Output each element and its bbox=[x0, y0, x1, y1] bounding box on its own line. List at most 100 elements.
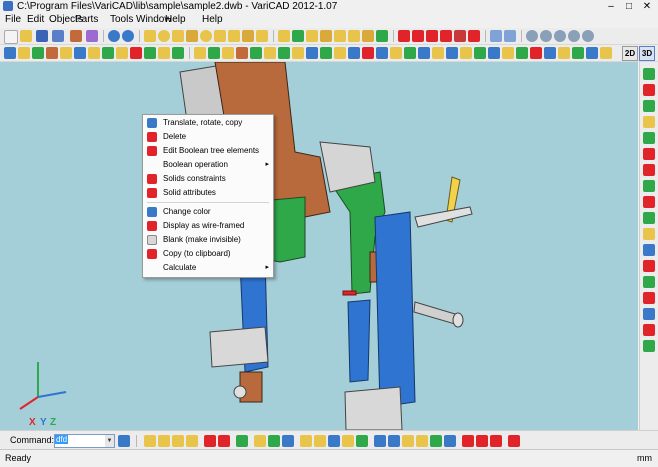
bolt-icon[interactable] bbox=[208, 47, 220, 59]
view-iso-icon[interactable] bbox=[643, 164, 655, 176]
command-dropdown-icon[interactable]: ▼ bbox=[105, 435, 114, 447]
thread-icon[interactable] bbox=[362, 30, 374, 42]
pipe-icon[interactable] bbox=[348, 47, 360, 59]
nut-icon[interactable] bbox=[222, 47, 234, 59]
area-icon[interactable] bbox=[356, 435, 368, 447]
settings-icon[interactable] bbox=[600, 47, 612, 59]
zoom-window-icon[interactable] bbox=[490, 30, 502, 42]
view-right-icon[interactable] bbox=[643, 116, 655, 128]
export-icon[interactable] bbox=[86, 30, 98, 42]
helix-icon[interactable] bbox=[334, 30, 346, 42]
group-icon[interactable] bbox=[430, 435, 442, 447]
insert-icon[interactable] bbox=[70, 30, 82, 42]
revolve-icon[interactable] bbox=[292, 30, 304, 42]
menu-item-blank[interactable]: Blank (make invisible) bbox=[143, 233, 273, 247]
tolerance-icon[interactable] bbox=[462, 435, 474, 447]
menu-item-solids-constraints[interactable]: Solids constraints bbox=[143, 172, 273, 186]
menu-item-boolean-operation[interactable]: Boolean operation ▸ bbox=[143, 158, 273, 172]
rotate-icon[interactable] bbox=[32, 47, 44, 59]
edges-icon[interactable] bbox=[643, 340, 655, 352]
shaded-icon[interactable] bbox=[643, 292, 655, 304]
bearing-icon[interactable] bbox=[250, 47, 262, 59]
render-icon[interactable] bbox=[530, 47, 542, 59]
menu-item-delete[interactable]: Delete bbox=[143, 130, 273, 144]
mirror-icon[interactable] bbox=[46, 47, 58, 59]
filter-icon[interactable] bbox=[236, 435, 248, 447]
rotate-view-icon[interactable] bbox=[643, 228, 655, 240]
zoom-extents-icon[interactable] bbox=[568, 30, 580, 42]
link-icon[interactable] bbox=[374, 435, 386, 447]
zoom-in-icon[interactable] bbox=[526, 30, 538, 42]
cone-solid-icon[interactable] bbox=[172, 30, 184, 42]
snap-point-icon[interactable] bbox=[144, 435, 156, 447]
view-2d-button[interactable]: 2D bbox=[622, 46, 638, 61]
measure-icon[interactable] bbox=[446, 47, 458, 59]
angle-icon[interactable] bbox=[342, 435, 354, 447]
view-top-icon[interactable] bbox=[643, 132, 655, 144]
clearance-icon[interactable] bbox=[474, 47, 486, 59]
pan-icon[interactable] bbox=[582, 30, 594, 42]
orbit-icon[interactable] bbox=[643, 260, 655, 272]
spring-icon[interactable] bbox=[348, 30, 360, 42]
wireframe-view-icon[interactable] bbox=[643, 308, 655, 320]
chamfer-icon[interactable] bbox=[468, 30, 480, 42]
show-icon[interactable] bbox=[516, 47, 528, 59]
save-as-icon[interactable] bbox=[52, 30, 64, 42]
menu-item-solid-attributes[interactable]: Solid attributes bbox=[143, 186, 273, 200]
view-iso2-icon[interactable] bbox=[643, 180, 655, 192]
maximize-button[interactable]: □ bbox=[620, 0, 638, 13]
subtract-icon[interactable] bbox=[158, 47, 170, 59]
select-icon[interactable] bbox=[4, 47, 16, 59]
slot-icon[interactable] bbox=[440, 30, 452, 42]
menu-item-copy[interactable]: Copy (to clipboard) bbox=[143, 247, 273, 261]
snap-grid-icon[interactable] bbox=[204, 435, 216, 447]
wedge-solid-icon[interactable] bbox=[242, 30, 254, 42]
table-icon[interactable] bbox=[508, 435, 520, 447]
snap-face-icon[interactable] bbox=[186, 435, 198, 447]
pin-icon[interactable] bbox=[264, 47, 276, 59]
gear-part-icon[interactable] bbox=[292, 47, 304, 59]
light-icon[interactable] bbox=[572, 47, 584, 59]
hidden-lines-icon[interactable] bbox=[643, 324, 655, 336]
menu-objects[interactable]: Parts bbox=[75, 13, 98, 27]
undo-icon[interactable] bbox=[108, 30, 120, 42]
menu-item-wireframe[interactable]: Display as wire-framed bbox=[143, 219, 273, 233]
menu-item-calculate[interactable]: Calculate ▸ bbox=[143, 261, 273, 275]
menu-item-change-color[interactable]: Change color bbox=[143, 205, 273, 219]
ungroup-icon[interactable] bbox=[444, 435, 456, 447]
bom-icon[interactable] bbox=[418, 47, 430, 59]
open-folder-icon[interactable] bbox=[20, 30, 32, 42]
new-file-icon[interactable] bbox=[4, 30, 18, 44]
shaft-icon[interactable] bbox=[278, 47, 290, 59]
snap-end-icon[interactable] bbox=[218, 435, 230, 447]
hide-icon[interactable] bbox=[502, 47, 514, 59]
mass-icon[interactable] bbox=[460, 47, 472, 59]
camera-icon[interactable] bbox=[586, 47, 598, 59]
delete-tool-icon[interactable] bbox=[130, 47, 142, 59]
extrude-icon[interactable] bbox=[278, 30, 290, 42]
prism-solid-icon[interactable] bbox=[228, 30, 240, 42]
torus-solid-icon[interactable] bbox=[214, 30, 226, 42]
move-icon[interactable] bbox=[18, 47, 30, 59]
align-icon[interactable] bbox=[74, 47, 86, 59]
intersect-icon[interactable] bbox=[172, 47, 184, 59]
scale-icon[interactable] bbox=[88, 47, 100, 59]
info-icon[interactable] bbox=[314, 435, 326, 447]
check-icon[interactable] bbox=[432, 47, 444, 59]
save-icon[interactable] bbox=[36, 30, 48, 42]
zoom-out-icon[interactable] bbox=[540, 30, 552, 42]
assembly-icon[interactable] bbox=[404, 47, 416, 59]
view-front-icon[interactable] bbox=[643, 68, 655, 80]
pyramid-solid-icon[interactable] bbox=[256, 30, 268, 42]
unlink-icon[interactable] bbox=[388, 435, 400, 447]
menu-file[interactable]: File bbox=[5, 13, 21, 27]
pocket-icon[interactable] bbox=[426, 30, 438, 42]
pan-view-icon[interactable] bbox=[643, 244, 655, 256]
loft-icon[interactable] bbox=[306, 30, 318, 42]
3d-viewport[interactable]: X Y Z bbox=[0, 62, 638, 430]
menu-item-translate[interactable]: Translate, rotate, copy bbox=[143, 116, 273, 130]
shading-icon[interactable] bbox=[544, 47, 556, 59]
layer-icon[interactable] bbox=[488, 47, 500, 59]
view-3d-button[interactable]: 3D bbox=[639, 46, 655, 61]
detach-icon[interactable] bbox=[416, 435, 428, 447]
